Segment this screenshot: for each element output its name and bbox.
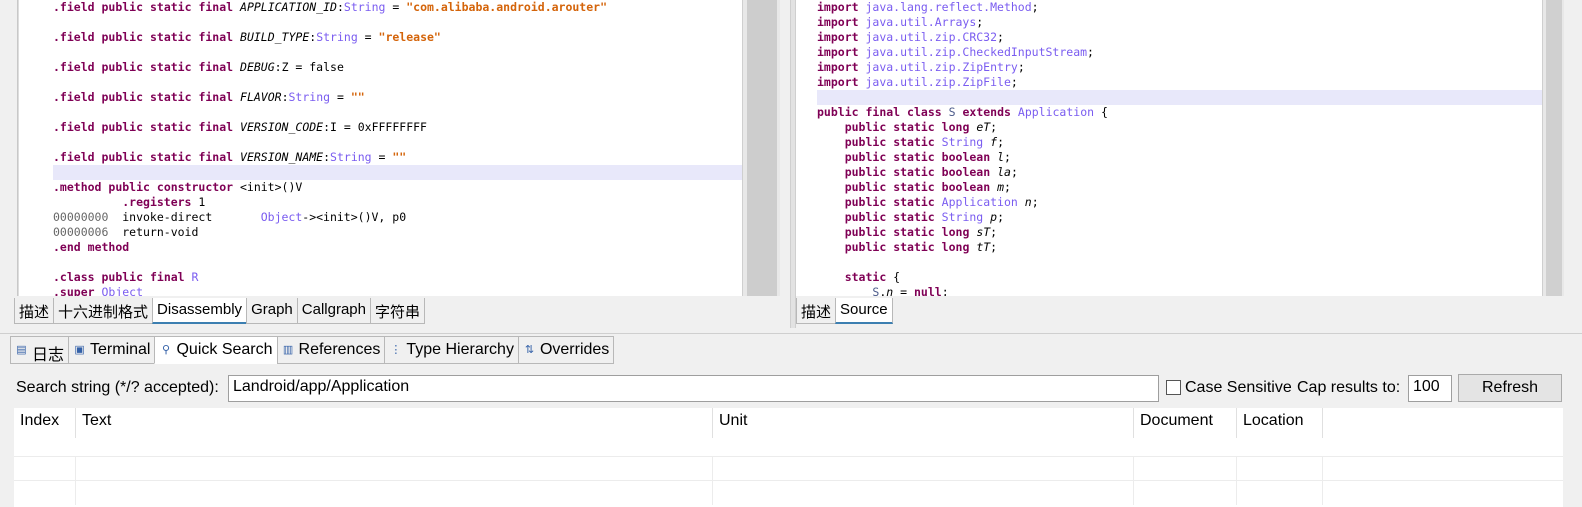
disassembly-code-line[interactable] (53, 75, 742, 90)
disassembly-code-line[interactable] (53, 135, 742, 150)
source-code-line[interactable]: import java.util.zip.CheckedInputStream; (817, 45, 1542, 60)
source-code-line[interactable] (817, 255, 1542, 270)
right-vertical-scrollbar[interactable] (1542, 0, 1564, 296)
disassembly-code-line[interactable] (53, 105, 742, 120)
source-code-line[interactable]: public static boolean la; (817, 165, 1542, 180)
source-code-line[interactable]: import java.util.zip.ZipFile; (817, 75, 1542, 90)
source-code-line[interactable]: public static boolean m; (817, 180, 1542, 195)
source-code-line[interactable]: public static String p; (817, 210, 1542, 225)
disassembly-code-line[interactable] (53, 165, 742, 180)
disassembly-code-line[interactable]: .field public static final BUILD_TYPE:St… (53, 30, 742, 45)
source-code-line[interactable]: public static long tT; (817, 240, 1542, 255)
right-tab[interactable]: 描述 (796, 298, 837, 324)
disassembly-code-line[interactable]: .field public static final APPLICATION_I… (53, 0, 742, 15)
bottom-tab-label: Type Hierarchy (406, 341, 514, 358)
disassembly-code-line[interactable] (53, 15, 742, 30)
column-header-location[interactable]: Location (1237, 408, 1323, 438)
disassembly-lines[interactable]: .field public static final APPLICATION_I… (19, 0, 742, 296)
source-code-line[interactable]: public static long sT; (817, 225, 1542, 240)
source-lines[interactable]: import java.lang.reflect.Method; import j… (796, 0, 1542, 296)
bottom-tab-hierarchy[interactable]: ⋮ Type Hierarchy (384, 336, 519, 364)
right-editor-tabs: 描述 Source (796, 298, 893, 324)
quick-search-row: Search string (*/? accepted): Landroid/a… (14, 374, 1574, 404)
left-tab[interactable]: Callgraph (296, 298, 371, 324)
source-code-line[interactable]: public static long eT; (817, 120, 1542, 135)
bottom-tab-label: Quick Search (176, 341, 273, 358)
disassembly-code-line[interactable] (53, 45, 742, 60)
table-row[interactable] (14, 480, 1563, 505)
cap-results-label: Cap results to: (1297, 379, 1401, 396)
disassembly-code-line[interactable]: .field public static final VERSION_NAME:… (53, 150, 742, 165)
source-code-line[interactable]: import java.util.Arrays; (817, 15, 1542, 30)
case-sensitive-label[interactable]: Case Sensitive (1185, 379, 1292, 397)
column-header-document[interactable]: Document (1134, 408, 1237, 438)
left-tab[interactable]: Graph (246, 298, 298, 324)
bottom-tab-label: Terminal (90, 341, 151, 358)
disassembly-code-line[interactable]: .end method (53, 240, 742, 255)
source-code-line[interactable]: import java.util.zip.CRC32; (817, 30, 1542, 45)
left-tab[interactable]: 十六进制格式 (53, 298, 154, 324)
case-sensitive-checkbox[interactable] (1166, 380, 1181, 395)
search-icon: ⚲ (161, 344, 171, 356)
column-header-unit[interactable]: Unit (713, 408, 1134, 438)
source-code-line[interactable]: S.n = null; (817, 285, 1542, 296)
disassembly-code-line[interactable]: .registers 1 (53, 195, 742, 210)
disassembly-code-line[interactable]: .super Object (53, 285, 742, 296)
left-tab[interactable]: 字符串 (369, 298, 425, 324)
disassembly-code-line[interactable]: .method public constructor <init>()V (53, 180, 742, 195)
source-code-line[interactable]: public static Application n; (817, 195, 1542, 210)
results-header: Index Text Unit Document Location (14, 408, 1563, 438)
source-code-line[interactable] (817, 90, 1542, 105)
disassembly-code-line[interactable]: .field public static final VERSION_CODE:… (53, 120, 742, 135)
results-table[interactable]: Index Text Unit Document Location (14, 408, 1563, 507)
terminal-icon: ▣ (74, 344, 85, 356)
source-code-line[interactable]: public static String f; (817, 135, 1542, 150)
left-gutter (0, 0, 18, 296)
bottom-tab-references[interactable]: ▥ References (276, 336, 386, 364)
hierarchy-icon: ⋮ (390, 344, 402, 356)
bottom-tab-search[interactable]: ⚲ Quick Search (154, 336, 278, 364)
references-icon: ▥ (282, 344, 294, 356)
column-header-index[interactable]: Index (14, 408, 76, 438)
bottom-panel: ▤ 日志 ▣ Terminal ⚲ Quick Search ▥ References ⋮ Typ… (0, 333, 1582, 507)
source-code-line[interactable]: public static boolean l; (817, 150, 1542, 165)
source-code-line[interactable]: static { (817, 270, 1542, 285)
disassembly-code-line[interactable]: .field public static final DEBUG:Z = fal… (53, 60, 742, 75)
search-string-label: Search string (*/? accepted): (16, 379, 219, 396)
disassembly-code-line[interactable]: 00000000 invoke-direct Object-><init>()V… (53, 210, 742, 225)
source-code-line[interactable]: public final class S extends Application… (817, 105, 1542, 120)
search-input[interactable]: Landroid/app/Application (228, 375, 1159, 402)
disassembly-code-line[interactable]: 00000006 return-void (53, 225, 742, 240)
disassembly-code-line[interactable]: .class public final R (53, 270, 742, 285)
bottom-tab-terminal[interactable]: ▣ Terminal (68, 336, 156, 364)
left-tab[interactable]: 描述 (14, 298, 55, 324)
source-code-view[interactable]: import java.lang.reflect.Method; import j… (796, 0, 1542, 296)
bottom-tab-log[interactable]: ▤ 日志 (10, 336, 70, 364)
source-code-line[interactable]: import java.lang.reflect.Method; (817, 0, 1542, 15)
left-scroll-thumb[interactable] (747, 0, 777, 296)
overrides-icon: ⇅ (524, 344, 535, 356)
disassembly-editor: .field public static final APPLICATION_I… (0, 0, 790, 328)
column-header-text[interactable]: Text (76, 408, 713, 438)
left-editor-tabs: 描述 十六进制格式 Disassembly Graph Callgraph 字符串 (14, 298, 425, 324)
disassembly-code-line[interactable]: .field public static final FLAVOR:String… (53, 90, 742, 105)
bottom-tab-label: Overrides (539, 341, 610, 358)
disassembly-code-view[interactable]: .field public static final APPLICATION_I… (18, 0, 742, 296)
bottom-tab-label: 日志 (32, 347, 65, 364)
bottom-tab-overrides[interactable]: ⇅ Overrides (517, 336, 615, 364)
disassembly-code-line[interactable] (53, 255, 742, 270)
source-code-line[interactable]: import java.util.zip.ZipEntry; (817, 60, 1542, 75)
log-icon: ▤ (16, 344, 27, 356)
left-tab[interactable]: Disassembly (152, 298, 248, 324)
left-vertical-scrollbar[interactable] (742, 0, 780, 296)
right-scroll-thumb[interactable] (1546, 0, 1562, 296)
table-row[interactable] (14, 456, 1563, 481)
refresh-button[interactable]: Refresh (1458, 374, 1562, 402)
bottom-panel-tabs: ▤ 日志 ▣ Terminal ⚲ Quick Search ▥ References ⋮ Typ… (10, 336, 615, 364)
bottom-tab-label: References (298, 341, 381, 358)
source-editor: import java.lang.reflect.Method; import j… (796, 0, 1582, 328)
cap-results-input[interactable]: 100 (1408, 375, 1452, 402)
right-tab[interactable]: Source (835, 298, 893, 324)
